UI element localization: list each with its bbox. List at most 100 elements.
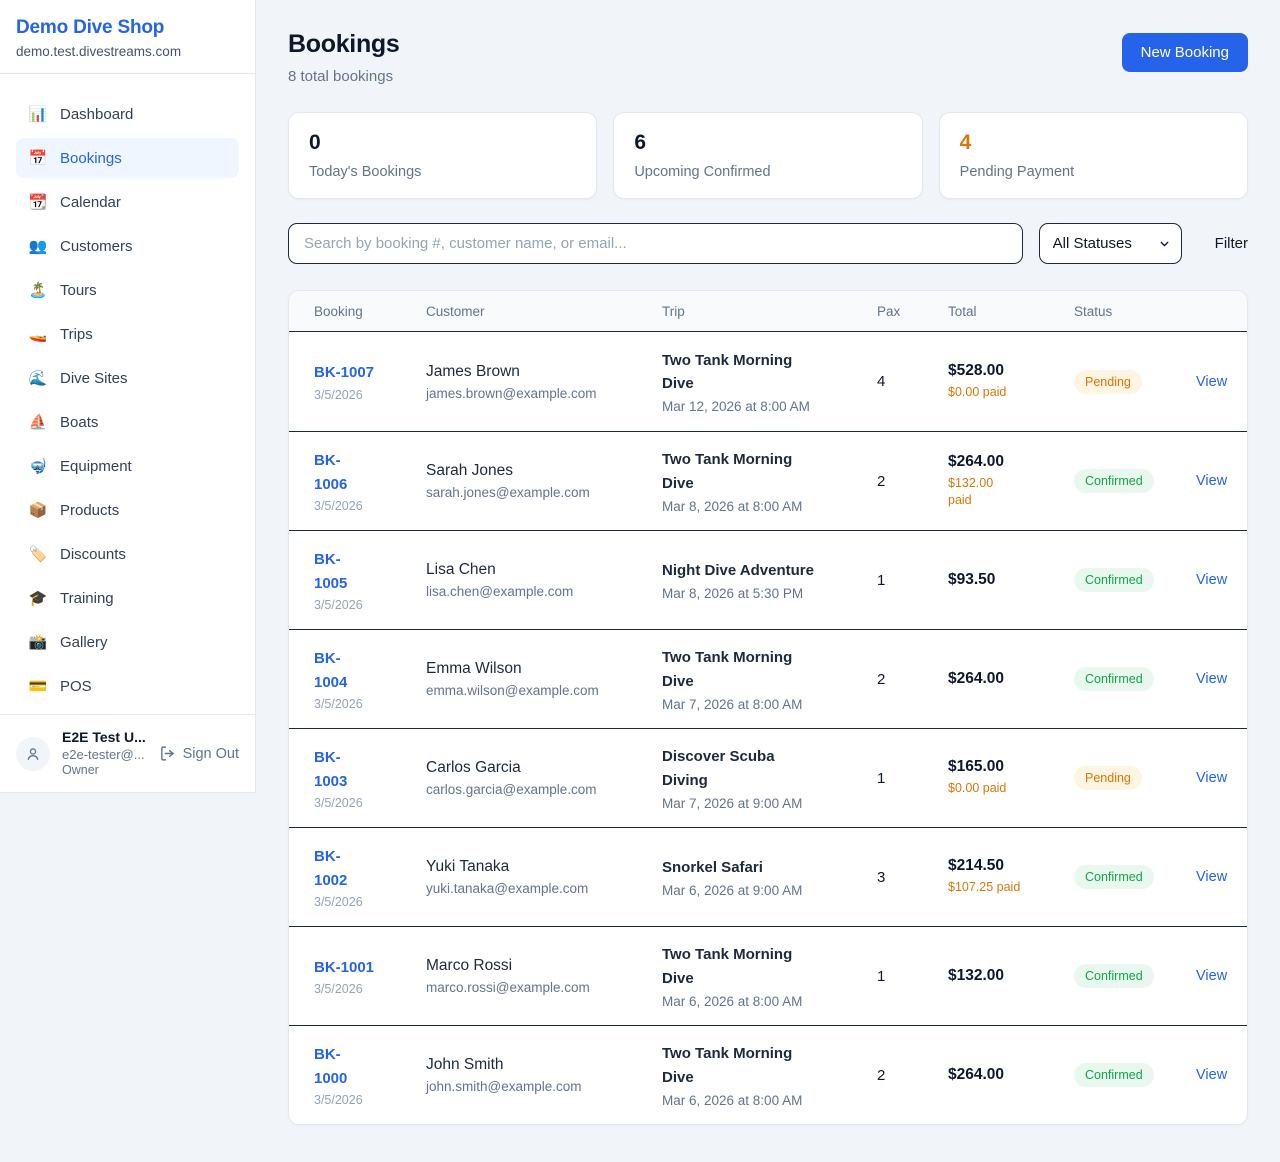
customer-name: James Brown — [426, 363, 662, 381]
customer-name: Yuki Tanaka — [426, 858, 662, 876]
col-trip: Trip — [662, 304, 877, 319]
view-link[interactable]: View — [1196, 374, 1227, 390]
sign-out-label: Sign Out — [183, 746, 239, 762]
sidebar-item-boats[interactable]: ⛵ Boats — [16, 402, 239, 442]
booking-id-link[interactable]: BK-1000 — [314, 1043, 360, 1090]
sidebar-item-products[interactable]: 📦 Products — [16, 490, 239, 530]
sidebar-item-label: Bookings — [60, 150, 122, 167]
view-link[interactable]: View — [1196, 671, 1227, 687]
booking-date: 3/5/2026 — [314, 1093, 426, 1107]
view-link[interactable]: View — [1196, 968, 1227, 984]
stat-label: Upcoming Confirmed — [634, 164, 901, 180]
paid-amount: $132.00 paid — [948, 475, 1006, 510]
sidebar-item-training[interactable]: 🎓 Training — [16, 578, 239, 618]
total-amount: $264.00 — [948, 1066, 1074, 1084]
new-booking-button[interactable]: New Booking — [1122, 33, 1248, 72]
customer-email: emma.wilson@example.com — [426, 683, 662, 698]
view-link[interactable]: View — [1196, 572, 1227, 588]
sidebar-item-label: Trips — [60, 326, 93, 343]
trip-name: Two Tank Morning Dive — [662, 349, 814, 396]
shop-name: Demo Dive Shop — [16, 17, 239, 39]
sidebar-item-discounts[interactable]: 🏷️ Discounts — [16, 534, 239, 574]
credit-card-icon: 💳 — [28, 679, 48, 694]
table-body: BK-1007 3/5/2026 James Brown james.brown… — [289, 332, 1247, 1124]
stat-card: 6 Upcoming Confirmed — [613, 112, 922, 199]
booking-id-link[interactable]: BK-1003 — [314, 746, 360, 793]
user-role: Owner — [62, 763, 146, 779]
status-badge: Pending — [1074, 766, 1142, 790]
booking-id-link[interactable]: BK-1004 — [314, 647, 360, 694]
sign-out-button[interactable]: Sign Out — [159, 745, 239, 762]
sidebar-header: Demo Dive Shop demo.test.divestreams.com — [0, 0, 255, 74]
paid-amount: $107.25 paid — [948, 879, 1074, 897]
sidebar-item-trips[interactable]: 🚤 Trips — [16, 314, 239, 354]
sidebar-item-label: Dive Sites — [60, 370, 128, 387]
col-pax: Pax — [877, 304, 948, 319]
status-filter-select[interactable]: All Statuses — [1039, 223, 1182, 264]
speedboat-icon: 🚤 — [28, 327, 48, 342]
total-amount: $132.00 — [948, 967, 1074, 985]
stat-card: 0 Today's Bookings — [288, 112, 597, 199]
total-amount: $214.50 — [948, 857, 1074, 875]
total-amount: $93.50 — [948, 571, 1074, 589]
user-meta: E2E Test U... e2e-tester@... Owner — [62, 729, 146, 778]
view-link[interactable]: View — [1196, 869, 1227, 885]
trip-datetime: Mar 8, 2026 at 8:00 AM — [662, 499, 877, 514]
trip-name: Two Tank Morning Dive — [662, 943, 814, 990]
sidebar-item-label: Products — [60, 502, 119, 519]
col-booking: Booking — [314, 304, 426, 319]
sidebar-item-dashboard[interactable]: 📊 Dashboard — [16, 94, 239, 134]
status-filter-wrap: All Statuses — [1039, 223, 1182, 264]
tag-icon: 🏷️ — [28, 547, 48, 562]
sidebar-item-customers[interactable]: 👥 Customers — [16, 226, 239, 266]
avatar — [16, 737, 50, 771]
customer-email: yuki.tanaka@example.com — [426, 881, 662, 896]
pax-count: 2 — [877, 671, 948, 688]
pax-count: 2 — [877, 1067, 948, 1084]
graduation-cap-icon: 🎓 — [28, 591, 48, 606]
trip-name: Two Tank Morning Dive — [662, 1042, 814, 1089]
booking-id-link[interactable]: BK-1001 — [314, 959, 374, 976]
sign-out-icon — [159, 745, 176, 762]
trip-datetime: Mar 7, 2026 at 8:00 AM — [662, 697, 877, 712]
page-title: Bookings — [288, 30, 400, 59]
search-input[interactable] — [288, 223, 1023, 264]
sidebar-item-bookings[interactable]: 📅 Bookings — [16, 138, 239, 178]
sidebar-item-equipment[interactable]: 🤿 Equipment — [16, 446, 239, 486]
customer-name: Lisa Chen — [426, 561, 662, 579]
total-amount: $165.00 — [948, 758, 1074, 776]
paid-amount: $0.00 paid — [948, 384, 1074, 402]
island-icon: 🏝️ — [28, 283, 48, 298]
sidebar-item-calendar[interactable]: 📆 Calendar — [16, 182, 239, 222]
sidebar-item-tours[interactable]: 🏝️ Tours — [16, 270, 239, 310]
booking-id-link[interactable]: BK-1007 — [314, 364, 374, 381]
pax-count: 1 — [877, 572, 948, 589]
sidebar-item-label: Calendar — [60, 194, 121, 211]
sidebar-item-label: Boats — [60, 414, 98, 431]
filter-button[interactable]: Filter — [1215, 235, 1248, 252]
customer-name: John Smith — [426, 1056, 662, 1074]
trip-name: Night Dive Adventure — [662, 559, 814, 582]
sidebar-item-gallery[interactable]: 📸 Gallery — [16, 622, 239, 662]
view-link[interactable]: View — [1196, 473, 1227, 489]
diving-mask-icon: 🤿 — [28, 459, 48, 474]
stat-label: Today's Bookings — [309, 164, 576, 180]
booking-id-link[interactable]: BK-1002 — [314, 845, 360, 892]
sidebar-item-pos[interactable]: 💳 POS — [16, 666, 239, 706]
booking-date: 3/5/2026 — [314, 388, 426, 402]
booking-id-link[interactable]: BK-1005 — [314, 548, 360, 595]
bookings-table: Booking Customer Trip Pax Total Status B… — [288, 290, 1248, 1125]
tear-calendar-icon: 📆 — [28, 195, 48, 210]
table-row: BK-1001 3/5/2026 Marco Rossi marco.rossi… — [289, 926, 1247, 1025]
total-amount: $264.00 — [948, 670, 1074, 688]
trip-name: Discover Scuba Diving — [662, 745, 814, 792]
trip-datetime: Mar 6, 2026 at 8:00 AM — [662, 1093, 877, 1108]
sidebar-item-dive-sites[interactable]: 🌊 Dive Sites — [16, 358, 239, 398]
status-badge: Confirmed — [1074, 568, 1154, 592]
col-customer: Customer — [426, 304, 662, 319]
booking-id-link[interactable]: BK-1006 — [314, 449, 360, 496]
view-link[interactable]: View — [1196, 770, 1227, 786]
view-link[interactable]: View — [1196, 1067, 1227, 1083]
table-header-row: Booking Customer Trip Pax Total Status — [289, 291, 1247, 332]
booking-date: 3/5/2026 — [314, 796, 426, 810]
